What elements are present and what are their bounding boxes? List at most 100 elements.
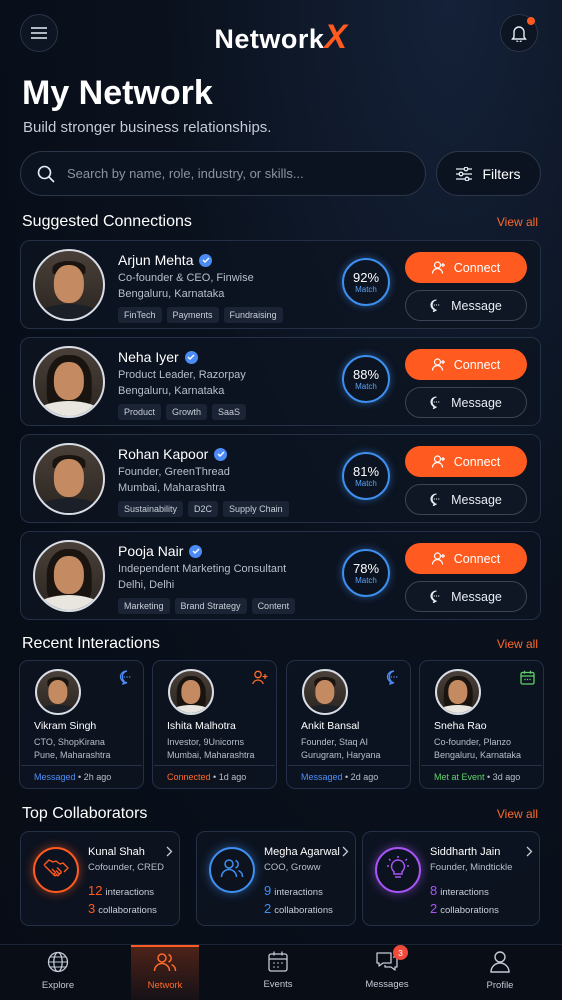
interaction-name: Ankit Bansal (301, 720, 360, 732)
verified-icon (184, 350, 198, 364)
name-text: Neha Iyer (118, 349, 179, 365)
collaborator-icon-circle (33, 847, 79, 893)
recent-view-all-link[interactable]: View all (497, 637, 538, 651)
connection-name[interactable]: Arjun Mehta (118, 252, 213, 268)
chevron-right-icon (342, 844, 349, 862)
suggested-view-all-link[interactable]: View all (497, 215, 538, 229)
interaction-card[interactable]: Vikram Singh CTO, ShopKirana Pune, Maharas… (19, 660, 144, 789)
match-score-ring: 88% Match (342, 355, 390, 403)
match-label: Match (355, 479, 377, 488)
collaborator-card[interactable]: Siddharth Jain Founder, Mindtickle 8 intera… (362, 831, 540, 926)
face (315, 680, 335, 705)
avatar[interactable] (33, 540, 105, 612)
filters-button[interactable]: Filters (436, 151, 541, 196)
connect-button[interactable]: Connect (405, 252, 527, 283)
interaction-role: Founder, Staq AI (301, 737, 369, 747)
avatar[interactable] (33, 443, 105, 515)
bottom-nav: Explore Network Events 3 Messages Profile (0, 944, 562, 1000)
skill-tag: SaaS (212, 404, 247, 420)
collaborator-role: COO, Groww (264, 862, 321, 873)
status-text: Messaged (301, 772, 343, 782)
search-input[interactable] (67, 166, 387, 181)
message-button[interactable]: Message (405, 484, 527, 515)
collaborator-card[interactable]: Kunal Shah Cofounder, CRED 12 interactions 3… (20, 831, 180, 926)
interaction-card[interactable]: Ankit Bansal Founder, Staq AI Gurugram, Ha… (286, 660, 411, 789)
avatar[interactable] (33, 346, 105, 418)
nav-label: Profile (486, 980, 514, 991)
connection-location: Delhi, Delhi (118, 579, 175, 591)
skill-tag: Content (251, 598, 296, 614)
notification-dot (527, 17, 535, 25)
nav-item-network[interactable]: Network (125, 951, 205, 991)
skill-tag: Supply Chain (223, 501, 289, 517)
status-time: • 2h ago (75, 772, 112, 782)
avatar[interactable] (33, 249, 105, 321)
nav-item-events[interactable]: Events (238, 951, 318, 990)
app-logo: NetworkX (214, 18, 348, 56)
shirt (38, 304, 100, 319)
interactions-count: 8 interactions (430, 883, 489, 898)
name-text: Arjun Mehta (118, 252, 194, 268)
connection-name[interactable]: Rohan Kapoor (118, 446, 228, 462)
connection-role: Founder, GreenThread (118, 466, 230, 478)
interaction-card[interactable]: Ishita Malhotra Investor, 9Unicorns Mumbai… (152, 660, 277, 789)
interaction-location: Mumbai, Maharashtra (167, 750, 255, 760)
connect-label: Connect (453, 260, 501, 275)
suggested-connections-title: Suggested Connections (22, 213, 192, 230)
status-text: Connected (167, 772, 211, 782)
connect-button[interactable]: Connect (405, 543, 527, 574)
status-text: Messaged (34, 772, 76, 782)
collaborator-card[interactable]: Megha Agarwal COO, Groww 9 interactions 2 col… (196, 831, 356, 926)
verified-icon (189, 544, 203, 558)
collaborator-role: Cofounder, CRED (88, 862, 165, 873)
connection-name[interactable]: Neha Iyer (118, 349, 198, 365)
search-bar[interactable] (20, 151, 426, 196)
connection-name[interactable]: Pooja Nair (118, 543, 203, 559)
interactions-number: 9 (264, 883, 272, 898)
shirt (171, 705, 211, 713)
interactions-label: interactions (274, 887, 323, 898)
status-time: • 2d ago (342, 772, 379, 782)
users-icon (220, 858, 244, 883)
nav-item-messages[interactable]: 3 Messages (347, 945, 427, 990)
collaborators-view-all-link[interactable]: View all (497, 807, 538, 821)
message-button[interactable]: Message (405, 581, 527, 612)
face (53, 362, 85, 400)
divider (21, 765, 142, 766)
user-add-icon (431, 455, 445, 468)
interactions-label: interactions (105, 887, 155, 898)
interactions-number: 8 (430, 883, 438, 898)
connect-button[interactable]: Connect (405, 446, 527, 477)
avatar (435, 669, 481, 715)
notifications-button[interactable] (500, 14, 538, 52)
match-percent: 88% (352, 367, 380, 382)
connect-button[interactable]: Connect (405, 349, 527, 380)
shirt (438, 705, 478, 713)
skill-tag: Sustainability (118, 501, 184, 517)
nav-item-profile[interactable]: Profile (460, 951, 540, 991)
connect-label: Connect (453, 454, 501, 469)
name-text: Pooja Nair (118, 543, 184, 559)
skill-tag: Fundraising (223, 307, 283, 323)
message-button[interactable]: Message (405, 290, 527, 321)
globe-icon (47, 951, 69, 976)
skill-tag: Growth (166, 404, 208, 420)
skill-tag: Product (118, 404, 162, 420)
suggested-card: Rohan Kapoor Founder, GreenThread Mumbai, … (20, 434, 541, 523)
user-add-icon (431, 552, 445, 565)
connect-label: Connect (453, 357, 501, 372)
users-icon (153, 951, 177, 976)
divider (421, 765, 542, 766)
message-button[interactable]: Message (405, 387, 527, 418)
nav-item-explore[interactable]: Explore (18, 951, 98, 991)
divider (288, 765, 409, 766)
suggested-card: Pooja Nair Independent Marketing Consulta… (20, 531, 541, 620)
interactions-label: interactions (440, 887, 489, 898)
interaction-status: Messaged • 2h ago (34, 772, 111, 782)
connection-location: Bengaluru, Karnataka (118, 385, 225, 397)
interaction-card[interactable]: Sneha Rao Co-founder, Planzo Bengaluru, Ka… (419, 660, 544, 789)
shirt (38, 401, 100, 416)
match-percent: 81% (352, 464, 380, 479)
message-label: Message (451, 395, 502, 410)
collaborations-label: collaborations (274, 905, 333, 916)
